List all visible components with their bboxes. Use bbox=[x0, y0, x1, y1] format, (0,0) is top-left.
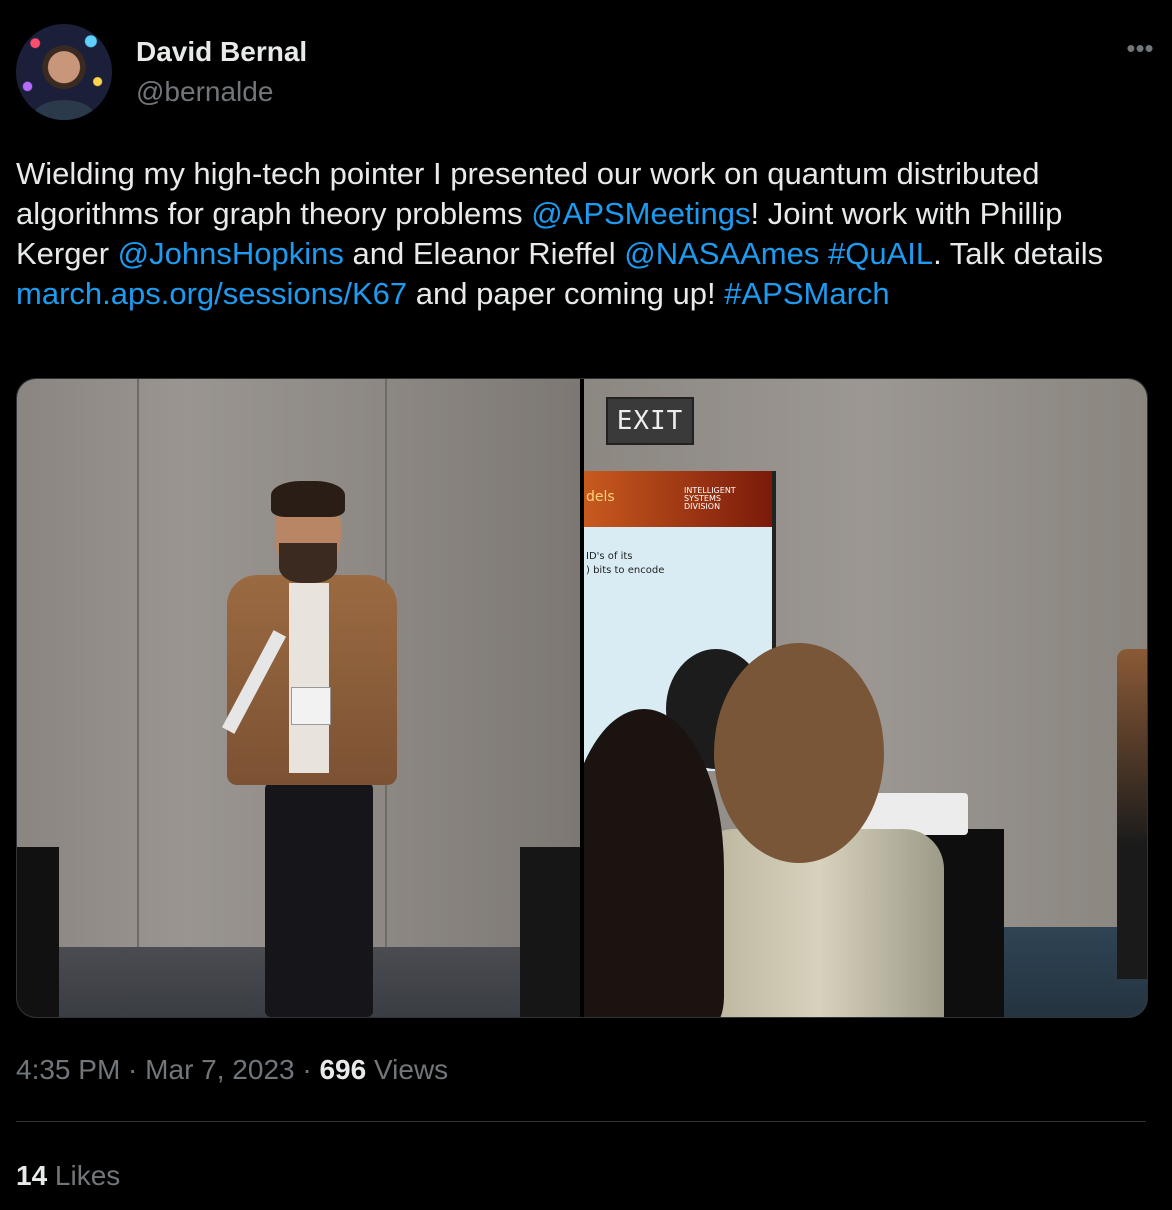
tweet-hashtag[interactable]: #APSMarch bbox=[724, 276, 889, 311]
separator: · bbox=[294, 1054, 320, 1085]
slide-text-line: ID's of its bbox=[586, 551, 633, 562]
tweet-date[interactable]: Mar 7, 2023 bbox=[145, 1054, 294, 1085]
tweet-mention[interactable]: @APSMeetings bbox=[531, 196, 750, 231]
author-handle[interactable]: @bernalde bbox=[136, 76, 273, 108]
tweet-mention[interactable]: @NASAAmes bbox=[624, 236, 819, 271]
tweet-meta: 4:35 PM · Mar 7, 2023 · 696 Views bbox=[16, 1054, 448, 1086]
tweet-mention[interactable]: @JohnsHopkins bbox=[118, 236, 344, 271]
likes-label: Likes bbox=[47, 1160, 121, 1191]
slide-text-line: ) bits to encode bbox=[586, 565, 665, 576]
tweet-time[interactable]: 4:35 PM bbox=[16, 1054, 120, 1085]
avatar[interactable] bbox=[16, 24, 112, 120]
presenter-pants bbox=[265, 783, 373, 1017]
tweet-hashtag[interactable]: #QuAIL bbox=[828, 236, 933, 271]
photo-audience[interactable]: EXIT dels INTELLIGENT SYSTEMS DIVISION I… bbox=[584, 379, 1147, 1017]
views-count: 696 bbox=[319, 1054, 367, 1085]
views-label: Views bbox=[366, 1054, 449, 1085]
tweet-text: Wielding my high-tech pointer I presente… bbox=[16, 154, 1146, 314]
presenter-shirt bbox=[289, 583, 329, 773]
slide-logo-line: DIVISION bbox=[684, 502, 721, 511]
tweet-text-segment bbox=[819, 236, 828, 271]
likes-stat[interactable]: 14 Likes bbox=[16, 1160, 120, 1192]
tweet-text-segment: and Eleanor Rieffel bbox=[343, 236, 625, 271]
presenter-hair bbox=[271, 481, 345, 517]
author-name[interactable]: David Bernal bbox=[136, 36, 307, 68]
tweet-link[interactable]: march.aps.org/sessions/K67 bbox=[16, 276, 407, 311]
tweet-text-segment: and paper coming up! bbox=[407, 276, 725, 311]
tweet-text-segment: . Talk details bbox=[933, 236, 1104, 271]
more-horizontal-icon[interactable]: ••• bbox=[1124, 34, 1156, 66]
slide-logo: INTELLIGENT SYSTEMS DIVISION bbox=[684, 487, 736, 511]
tweet-media: EXIT dels INTELLIGENT SYSTEMS DIVISION I… bbox=[16, 378, 1148, 1018]
separator: · bbox=[120, 1054, 146, 1085]
slide-banner-text: dels bbox=[586, 489, 615, 505]
exit-sign: EXIT bbox=[606, 397, 694, 445]
table bbox=[17, 847, 59, 1017]
audience-head bbox=[714, 643, 884, 863]
presenter-beard bbox=[279, 543, 337, 583]
presenter-partial bbox=[1117, 649, 1147, 979]
divider bbox=[16, 1121, 1146, 1122]
likes-count: 14 bbox=[16, 1160, 48, 1191]
wall-seam bbox=[137, 379, 139, 957]
name-badge bbox=[291, 687, 331, 725]
presenter-figure bbox=[187, 481, 417, 1017]
table bbox=[520, 847, 580, 1017]
photo-presenter[interactable] bbox=[17, 379, 580, 1017]
